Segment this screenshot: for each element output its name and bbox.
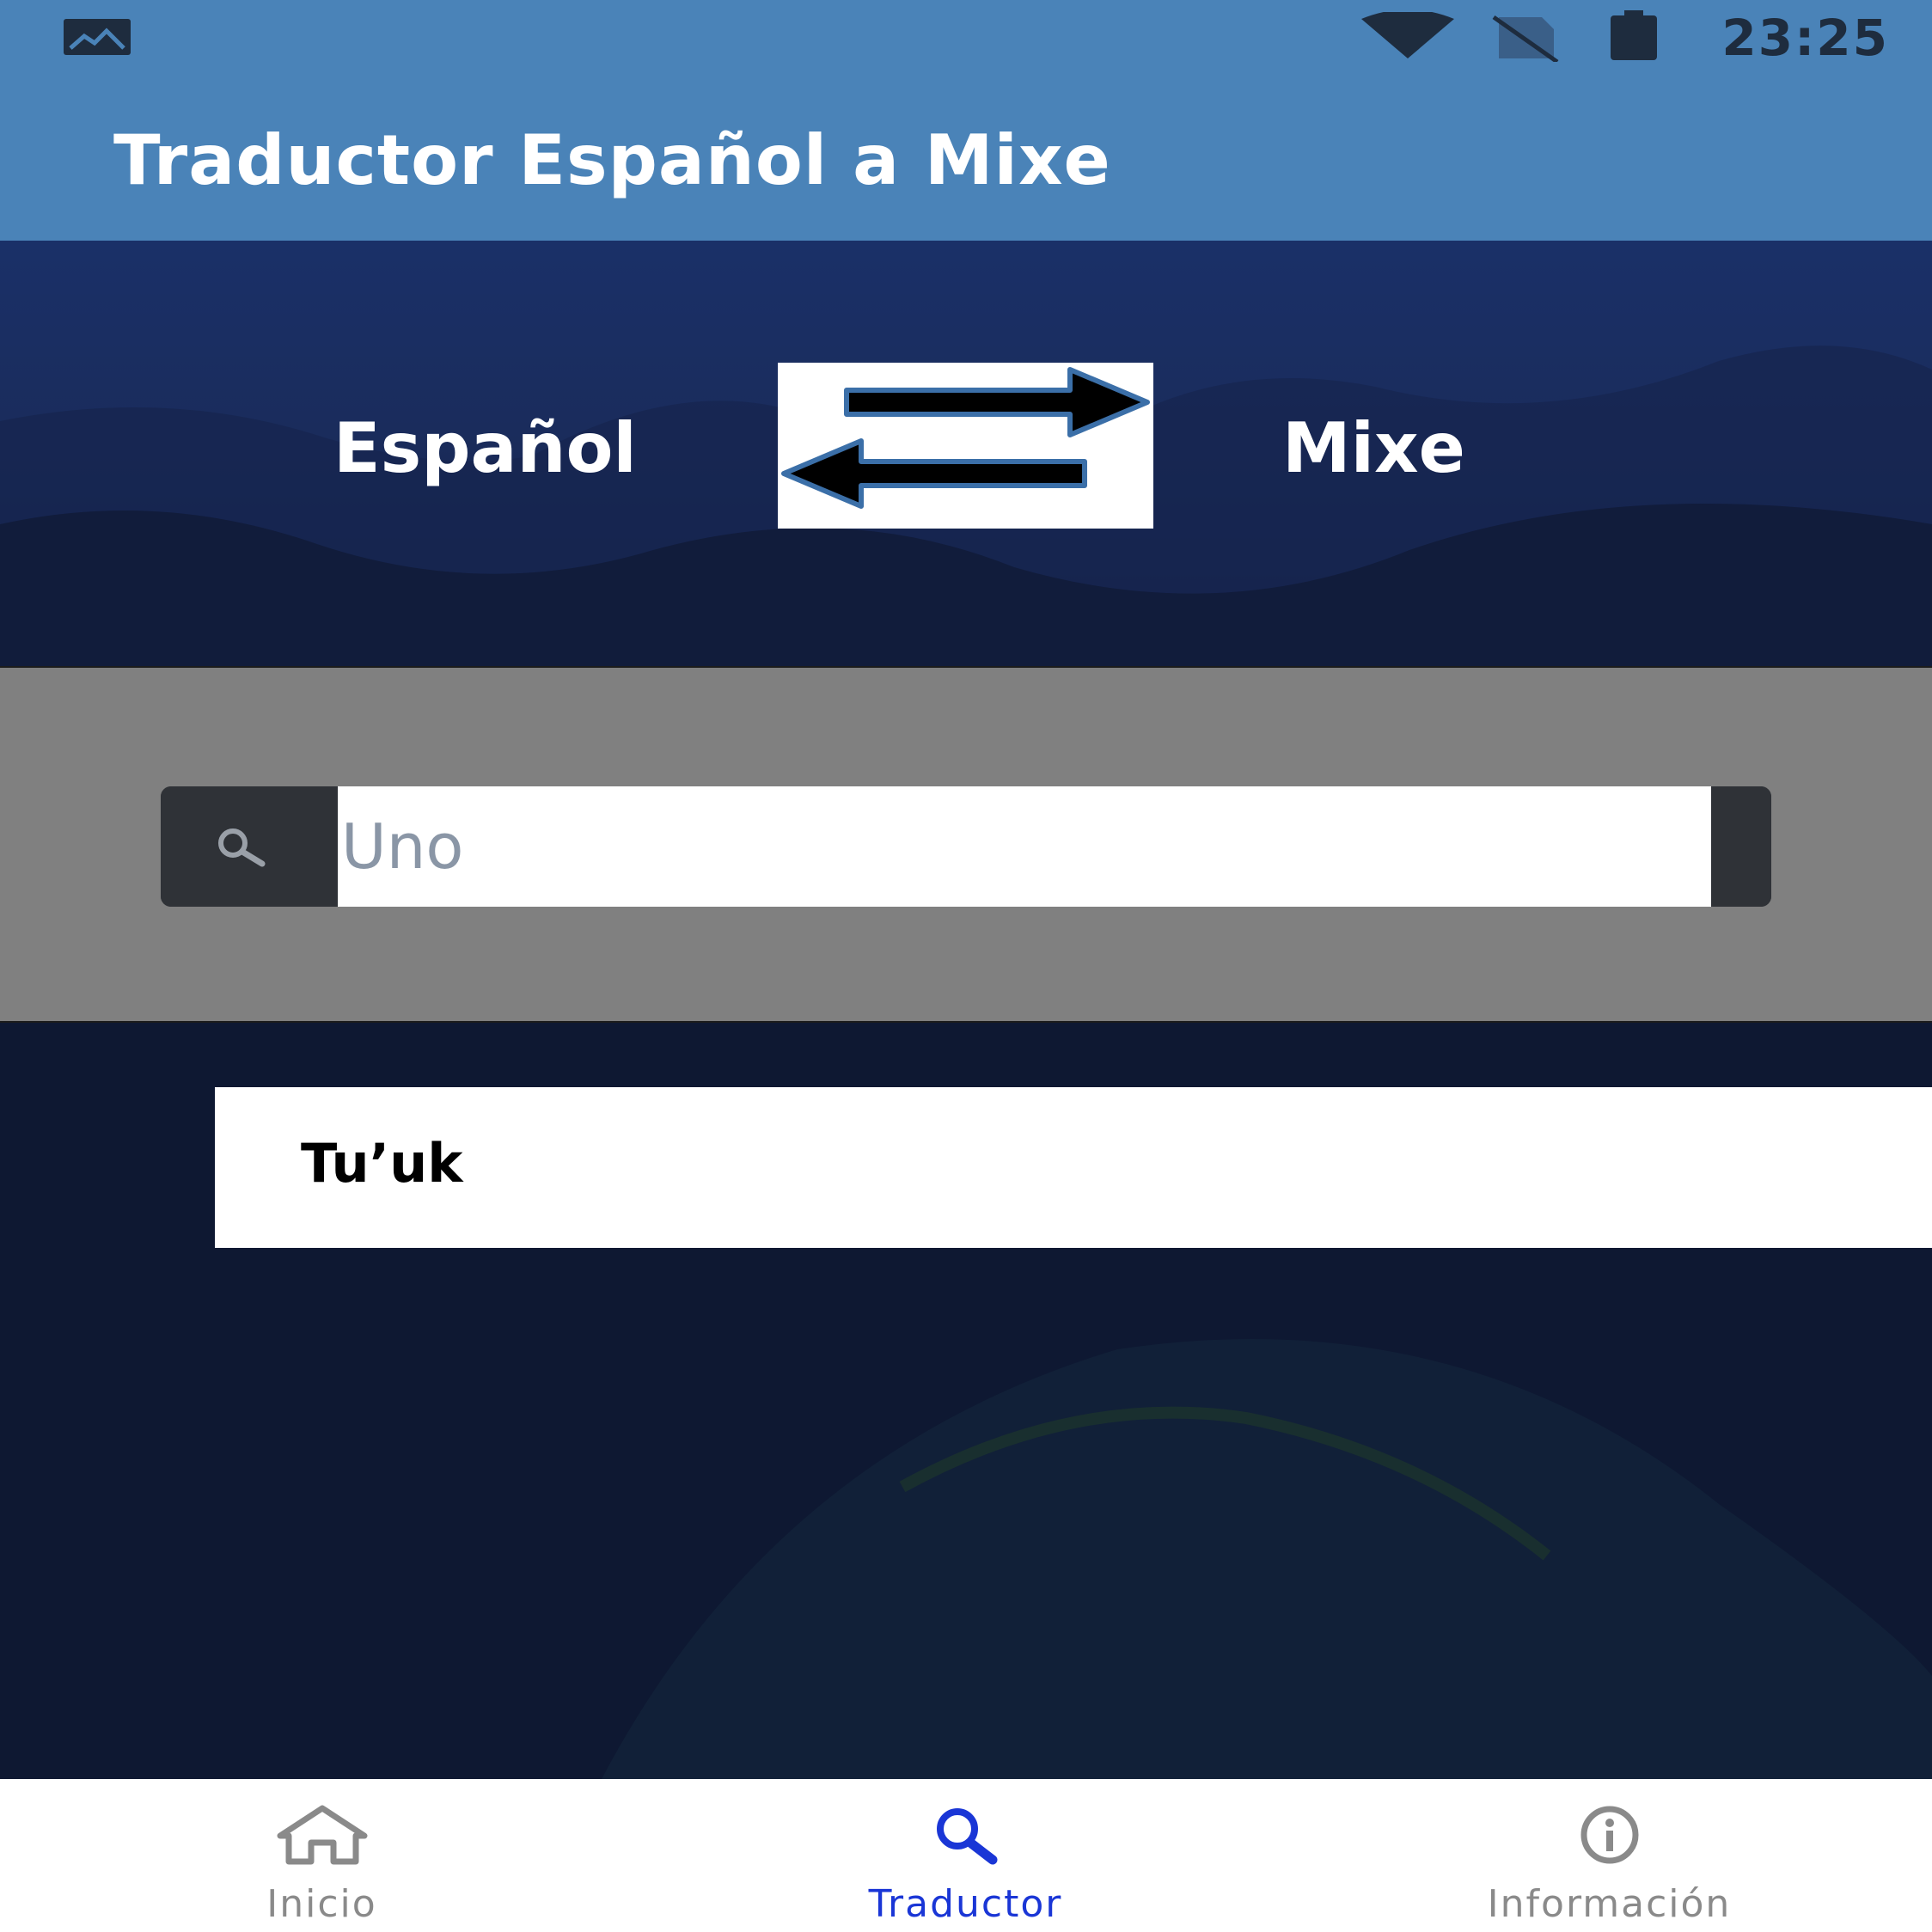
nav-item-informacion[interactable]: Información [1287,1779,1931,1932]
list-item[interactable]: Tu’uk [215,1087,1932,1248]
page-title: Traductor Español a Mixe [113,120,1111,200]
search-icon-container [161,786,338,907]
app-bar: Traductor Español a Mixe [0,77,1932,241]
status-bar: 23:25 [0,0,1932,77]
translation-text: Tu’uk [301,1132,463,1195]
clear-search-button[interactable] [1711,786,1771,907]
source-language-label[interactable]: Español [333,408,637,488]
search-icon [218,828,266,867]
results-list: Tu’uk [0,1023,1932,1779]
target-language-label[interactable]: Mixe [1282,408,1465,488]
swap-languages-button[interactable] [778,363,1153,529]
nav-item-traductor[interactable]: Traductor [644,1779,1287,1932]
home-icon [277,1805,367,1865]
search-input[interactable] [338,786,1711,907]
swap-arrows-icon [781,367,1150,509]
image-icon [64,19,131,55]
nav-label-inicio: Inicio [266,1882,377,1926]
battery-icon [1611,10,1657,60]
app-screen: 23:25 Traductor Español a Mixe Español M… [0,0,1932,1932]
nav-label-traductor: Traductor [868,1882,1063,1926]
status-time: 23:25 [1721,9,1889,67]
search-bar [161,786,1771,907]
search-section [0,666,1932,1023]
nav-label-informacion: Información [1487,1882,1732,1926]
wifi-icon [1361,12,1454,58]
search-icon [936,1808,997,1865]
nav-item-inicio[interactable]: Inicio [0,1779,644,1932]
bottom-navigation: Inicio Traductor Información [0,1779,1932,1932]
info-icon [1580,1806,1638,1864]
no-sim-icon [1492,15,1559,62]
language-selector: Español Mixe [0,241,1932,666]
